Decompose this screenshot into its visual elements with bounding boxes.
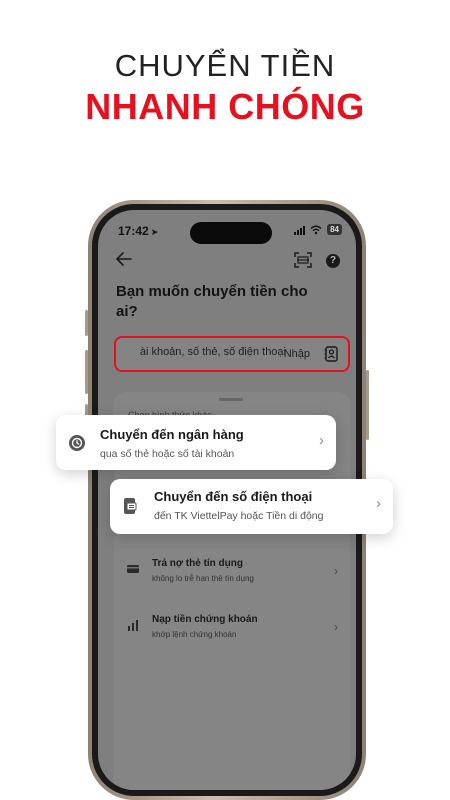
option-subtitle: khớp lệnh chứng khoán: [152, 630, 237, 639]
card-subtitle: qua số thẻ hoặc số tài khoản: [100, 448, 235, 460]
nav-bar: ?: [98, 250, 356, 274]
credit-card-icon: [127, 565, 139, 573]
bank-transfer-icon: [69, 435, 85, 451]
phone-power-button: [366, 370, 369, 440]
enter-button[interactable]: Nhập: [284, 348, 310, 360]
option-subtitle: không lo trễ hạn thẻ tín dụng: [152, 574, 254, 583]
chevron-right-icon: ›: [334, 564, 338, 578]
sheet-handle[interactable]: [219, 398, 243, 401]
card-transfer-to-bank[interactable]: Chuyển đến ngân hàng qua số thẻ hoặc số …: [56, 415, 336, 470]
card-transfer-to-phone[interactable]: Chuyển đến số điện thoại đến TK ViettelP…: [110, 479, 393, 534]
option-title: Trả nợ thẻ tín dụng: [152, 558, 243, 569]
wifi-icon: [310, 225, 322, 234]
card-subtitle: đến TK ViettelPay hoặc Tiền di động: [154, 510, 324, 522]
status-indicators: 84: [294, 224, 342, 235]
card-title: Chuyển đến ngân hàng: [100, 427, 244, 442]
option-credit-card-payment[interactable]: Trả nợ thẻ tín dụng không lo trễ hạn thẻ…: [114, 556, 350, 592]
help-icon[interactable]: ?: [326, 254, 340, 268]
status-time: 17:42 ➤: [118, 224, 159, 238]
qr-scan-icon[interactable]: [294, 252, 312, 268]
phone-transfer-icon: [124, 498, 137, 514]
hero-title-line2: NHANH CHÓNG: [85, 86, 365, 127]
back-arrow-icon[interactable]: [116, 252, 132, 266]
chevron-right-icon: ›: [319, 432, 324, 449]
contacts-icon[interactable]: [324, 346, 338, 362]
recipient-search-input[interactable]: ài khoản, số thẻ, số điện thoại: [120, 346, 286, 364]
chevron-right-icon: ›: [376, 495, 381, 512]
stock-chart-icon: [128, 620, 138, 631]
page-title: Bạn muốn chuyển tiền cho ai?: [116, 283, 308, 320]
option-title: Nạp tiền chứng khoán: [152, 614, 258, 625]
chevron-right-icon: ›: [334, 620, 338, 634]
dynamic-island: [190, 222, 272, 244]
card-title: Chuyển đến số điện thoại: [154, 489, 313, 504]
phone-side-button: [85, 310, 88, 336]
battery-indicator: 84: [327, 224, 342, 235]
location-arrow-icon: ➤: [150, 227, 159, 237]
cellular-signal-icon: [294, 225, 306, 235]
status-bar: 17:42 ➤ 84: [98, 222, 356, 244]
recipient-search-field[interactable]: ài khoản, số thẻ, số điện thoại Nhập: [114, 336, 350, 372]
phone-volume-up: [85, 350, 88, 394]
option-stock-deposit[interactable]: Nạp tiền chứng khoán khớp lệnh chứng kho…: [114, 612, 350, 648]
hero-title-line1: CHUYỂN TIỀN: [114, 48, 336, 83]
